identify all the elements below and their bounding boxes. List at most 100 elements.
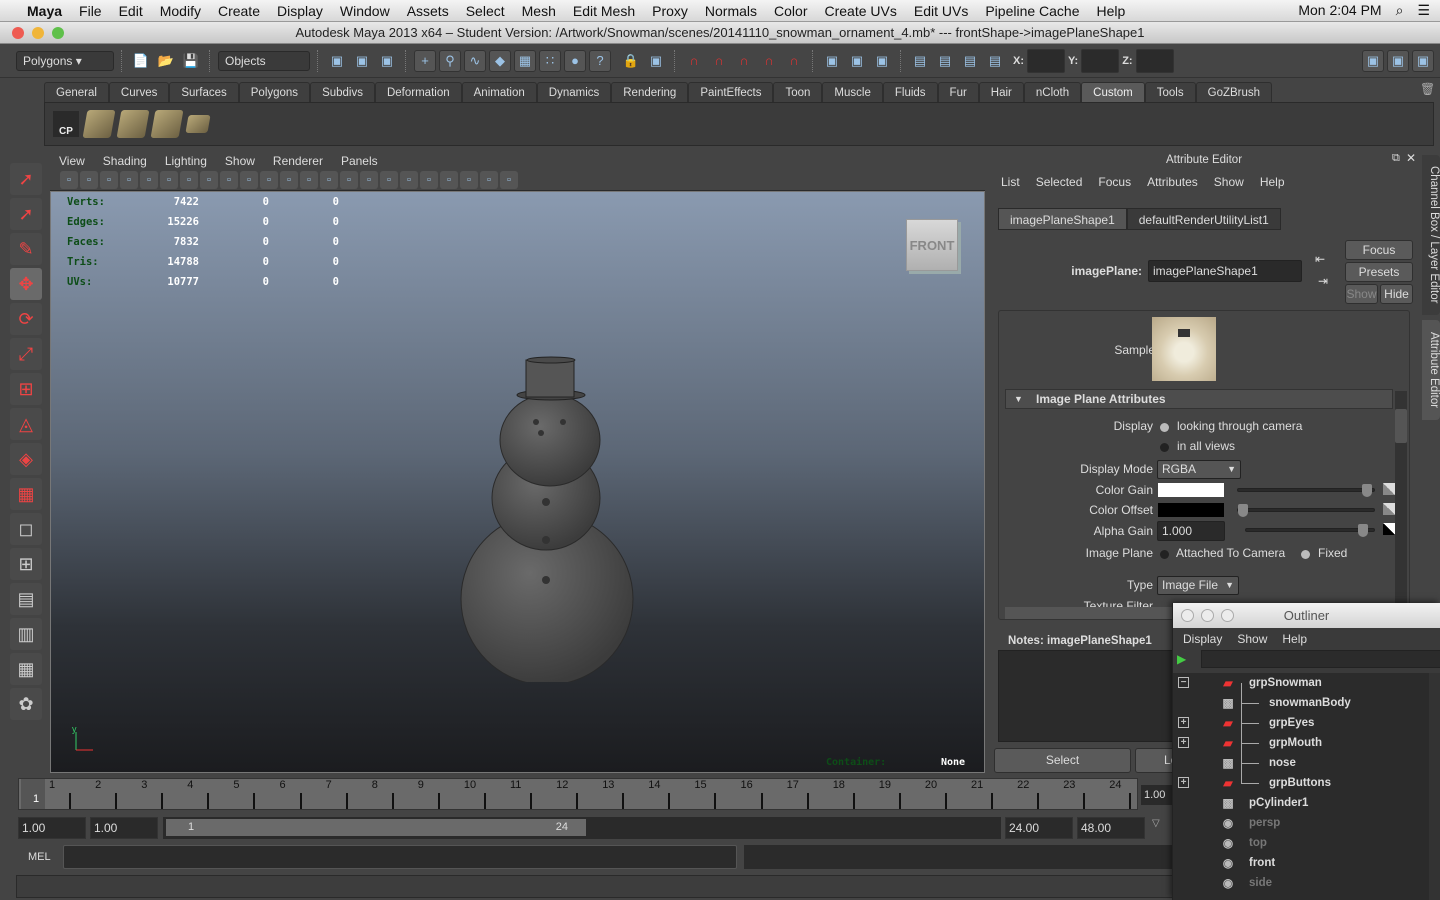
select-tool-icon[interactable]: ▫ [440, 171, 458, 189]
current-frame-field[interactable]: 1.00 [1141, 785, 1173, 805]
render-view-icon[interactable]: ▤ [909, 50, 931, 72]
z-field[interactable] [1135, 48, 1174, 73]
resolution-gate-icon[interactable]: ▫ [200, 171, 218, 189]
range-slider[interactable]: 1 24 [163, 817, 1001, 839]
fixed-radio[interactable] [1301, 550, 1310, 559]
tool-settings-toggle-icon[interactable]: ▣ [1387, 49, 1409, 72]
zoom-window-button[interactable] [1221, 609, 1234, 622]
share-icon[interactable]: ▫ [500, 171, 518, 189]
menu-assets[interactable]: Assets [407, 3, 449, 19]
snap-curve-icon[interactable]: ∩ [708, 50, 730, 72]
snap-grid-icon[interactable]: ∩ [683, 50, 705, 72]
open-scene-icon[interactable]: 📂 [155, 50, 177, 72]
menu-mesh[interactable]: Mesh [522, 3, 556, 19]
menu-edit-mesh[interactable]: Edit Mesh [573, 3, 635, 19]
anim-end-field[interactable]: 48.00 [1077, 817, 1145, 839]
joint-icon[interactable]: ⚲ [439, 49, 461, 72]
move-tool-icon[interactable]: ✥ [10, 268, 42, 300]
outliner-item[interactable]: ▩ pCylinder1 [1173, 793, 1423, 813]
construction-history-icon[interactable]: ▣ [871, 50, 893, 72]
selection-mode-dropdown[interactable]: Objects [218, 50, 310, 71]
uv-layout-icon[interactable] [185, 115, 211, 133]
center-pivot-button[interactable]: CP [53, 111, 79, 137]
ae-menu-focus[interactable]: Focus [1098, 170, 1131, 194]
map-texture-icon[interactable] [1383, 523, 1395, 535]
outliner-item[interactable]: ▩ nose [1173, 753, 1423, 773]
outliner-item[interactable]: + ▰ grpMouth [1173, 733, 1423, 753]
shelf-tab-rendering[interactable]: Rendering [611, 82, 689, 102]
slider-handle[interactable] [1238, 504, 1248, 517]
display-radio-all[interactable] [1160, 443, 1169, 452]
wireframe-icon[interactable]: ▫ [300, 171, 318, 189]
menu-edit-uvs[interactable]: Edit UVs [914, 3, 968, 19]
shelf-tab-fur[interactable]: Fur [937, 82, 979, 102]
focus-button[interactable]: Focus [1345, 240, 1413, 260]
snap-point-icon[interactable]: ∩ [733, 50, 755, 72]
image-plane-icon[interactable]: ▫ [120, 171, 138, 189]
channel-box-tab[interactable]: Channel Box / Layer Editor [1422, 155, 1440, 315]
command-input[interactable] [63, 845, 737, 869]
outliner-menu-help[interactable]: Help [1282, 628, 1307, 650]
shelf-tab-hair[interactable]: Hair [978, 82, 1024, 102]
ae-menu-show[interactable]: Show [1214, 170, 1244, 194]
outliner-item[interactable]: ◉ front [1173, 853, 1423, 873]
shelf-tab-curves[interactable]: Curves [108, 82, 170, 102]
viewport-menu-panels[interactable]: Panels [341, 152, 378, 170]
surface-icon[interactable]: ◆ [489, 49, 511, 72]
menuset-dropdown[interactable]: Polygons ▾ [16, 50, 114, 71]
zoom-window-button[interactable] [52, 27, 64, 39]
playback-end-field[interactable]: 24.00 [1005, 817, 1073, 839]
viewport-front[interactable]: Verts: 7422 0 0 Edges: 15226 0 0 Faces: 7832 0 0 Tri… [50, 191, 985, 773]
uv-tool-icon[interactable]: ▦ [10, 478, 42, 510]
x-field[interactable] [1027, 48, 1065, 73]
shelf-tab-toon[interactable]: Toon [773, 82, 823, 102]
vertical-scrollbar[interactable] [1395, 391, 1407, 613]
ae-menu-selected[interactable]: Selected [1036, 170, 1083, 194]
menu-select[interactable]: Select [466, 3, 505, 19]
film-gate-icon[interactable]: ▫ [180, 171, 198, 189]
outliner-item[interactable]: ▩ snowmanBody [1173, 693, 1423, 713]
viewport-menu-lighting[interactable]: Lighting [165, 152, 207, 170]
output-ops-icon[interactable]: ▣ [846, 50, 868, 72]
attached-radio[interactable] [1160, 550, 1169, 559]
menu-pipeline-cache[interactable]: Pipeline Cache [985, 3, 1079, 19]
input-ops-icon[interactable]: ▣ [821, 50, 843, 72]
expand-toggle-icon[interactable]: + [1178, 737, 1189, 748]
deformer-icon[interactable]: ▦ [514, 49, 536, 72]
four-pane-layout-icon[interactable]: ⊞ [10, 548, 42, 580]
minimize-window-button[interactable] [32, 27, 44, 39]
all-lights-icon[interactable]: ▫ [400, 171, 418, 189]
expand-toggle-icon[interactable]: − [1178, 677, 1189, 688]
shelf-tab-muscle[interactable]: Muscle [822, 82, 883, 102]
map-texture-icon[interactable] [1383, 503, 1395, 515]
menu-maya[interactable]: Maya [27, 3, 62, 19]
shelf-tab-fluids[interactable]: Fluids [882, 82, 938, 102]
display-mode-dropdown[interactable]: RGBA ▼ [1157, 460, 1241, 479]
misc-icon[interactable]: ? [589, 49, 611, 72]
lock-icon[interactable]: 🔒 [620, 50, 642, 72]
maya-logo-icon[interactable]: ✿ [10, 688, 42, 720]
smooth-shade-icon[interactable]: ▫ [320, 171, 338, 189]
menu-normals[interactable]: Normals [705, 3, 757, 19]
expand-toggle-icon[interactable]: + [1178, 777, 1189, 788]
outliner-item[interactable]: ◉ side [1173, 873, 1423, 893]
wire-on-shaded-icon[interactable]: ▫ [340, 171, 358, 189]
menu-create-uvs[interactable]: Create UVs [825, 3, 897, 19]
shelf-tab-tools[interactable]: Tools [1144, 82, 1196, 102]
mel-label[interactable]: MEL [28, 851, 51, 863]
menu-color[interactable]: Color [774, 3, 807, 19]
ae-menu-help[interactable]: Help [1260, 170, 1285, 194]
save-scene-icon[interactable]: 💾 [180, 50, 202, 72]
color-offset-slider[interactable] [1237, 504, 1375, 517]
viewport-menu-view[interactable]: View [59, 152, 85, 170]
menu-create[interactable]: Create [218, 3, 260, 19]
snap-live-icon[interactable]: ∩ [783, 50, 805, 72]
scroll-thumb[interactable] [1395, 409, 1407, 443]
playback-options-icon[interactable]: ▽ [1152, 818, 1160, 829]
select-component-icon[interactable]: ▣ [376, 50, 398, 72]
shadows-icon[interactable]: ▫ [420, 171, 438, 189]
safe-action-icon[interactable]: ▫ [260, 171, 278, 189]
time-slider[interactable]: 1 1 2 3 4 5 6 7 8 9 10 11 12 13 14 15 16 17 18 19 20 21 22 23 2… [18, 778, 1138, 810]
input-connections-icon[interactable]: ⇤ [1315, 252, 1325, 266]
menu-proxy[interactable]: Proxy [652, 3, 688, 19]
